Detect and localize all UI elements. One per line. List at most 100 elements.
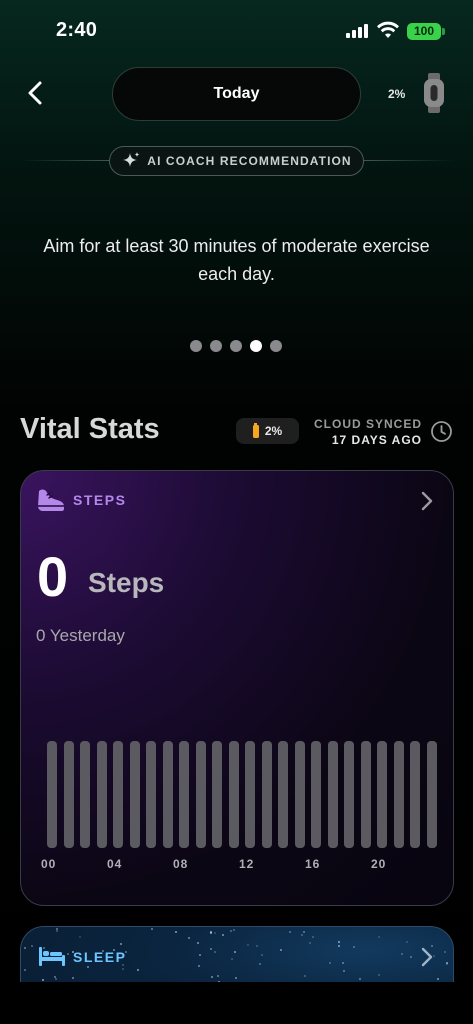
star-decoration [56, 930, 58, 932]
star-decoration [188, 937, 190, 939]
cellular-signal-icon [346, 24, 368, 38]
hourly-steps-bar [96, 741, 107, 848]
star-decoration [410, 956, 412, 958]
star-decoration [301, 934, 303, 936]
pagination-dot[interactable] [190, 340, 202, 352]
divider-right [362, 160, 454, 161]
star-decoration [234, 951, 236, 953]
star-decoration [401, 953, 403, 955]
star-decoration [113, 949, 115, 951]
pagination-dot-active[interactable] [250, 340, 262, 352]
star-decoration [353, 946, 355, 948]
star-decoration [256, 945, 258, 947]
pagination-dot[interactable] [270, 340, 282, 352]
ai-coach-label: AI COACH RECOMMENDATION [147, 154, 352, 168]
hourly-steps-bar [294, 741, 305, 848]
hourly-steps-bar [212, 741, 222, 848]
hour-tick-label: 16 [305, 857, 321, 871]
app-screen: 2:40 100 Today 2% AI COACH RECOMMENDATIO… [0, 0, 473, 1024]
chevron-right-icon[interactable] [419, 945, 435, 969]
star-decoration [210, 931, 212, 933]
hourly-steps-bar [129, 741, 140, 848]
hourly-steps-bar [410, 741, 420, 848]
hour-tick-label: 00 [41, 857, 57, 871]
status-bar: 2:40 100 [0, 0, 473, 60]
hourly-steps-bar [311, 741, 321, 848]
ai-coach-chip: AI COACH RECOMMENDATION [109, 146, 364, 176]
hourly-steps-bar [393, 741, 404, 848]
date-selector-button[interactable]: Today [112, 67, 361, 121]
star-decoration [289, 931, 291, 933]
star-decoration [338, 941, 340, 943]
sparkle-icon [123, 152, 140, 167]
star-decoration [446, 963, 448, 965]
star-decoration [343, 970, 345, 972]
hourly-steps-bar [195, 741, 206, 848]
chevron-left-icon [28, 81, 42, 105]
star-decoration [431, 945, 433, 947]
star-decoration [329, 962, 331, 964]
star-decoration [125, 951, 127, 953]
star-decoration [338, 945, 340, 947]
star-decoration [79, 936, 81, 938]
back-button[interactable] [20, 78, 50, 108]
star-decoration [175, 931, 177, 933]
hourly-steps-bar [278, 741, 288, 848]
star-decoration [42, 979, 44, 981]
star-decoration [87, 966, 89, 968]
star-decoration [359, 978, 361, 980]
section-title: Vital Stats [20, 413, 160, 445]
battery-badge-text: 2% [264, 424, 283, 438]
hour-tick-label: 20 [371, 857, 387, 871]
star-decoration [231, 958, 233, 960]
star-decoration [214, 932, 216, 934]
star-decoration [444, 951, 446, 953]
sleep-card-label: SLEEP [73, 949, 127, 965]
hourly-steps-bar [179, 741, 189, 848]
battery-indicator: 100 [407, 23, 441, 40]
star-decoration [43, 947, 45, 949]
sync-status-label: CLOUD SYNCED [313, 417, 422, 431]
star-decoration [214, 951, 216, 953]
hourly-steps-bar [360, 741, 371, 848]
pagination-dot[interactable] [210, 340, 222, 352]
star-decoration [217, 975, 219, 977]
hourly-steps-chart: 00 04 08 12 16 20 [21, 471, 453, 905]
star-decoration [312, 936, 314, 938]
star-decoration [303, 931, 305, 933]
star-decoration [342, 962, 344, 964]
carousel-pagination[interactable] [190, 340, 282, 352]
star-decoration [24, 969, 26, 971]
star-decoration [24, 947, 26, 949]
hourly-steps-bar [47, 741, 57, 848]
star-decoration [102, 950, 104, 952]
pagination-dot[interactable] [230, 340, 242, 352]
star-decoration [199, 954, 201, 956]
star-decoration [67, 953, 69, 955]
star-decoration [197, 942, 199, 944]
status-time: 2:40 [56, 19, 98, 41]
star-decoration [55, 978, 57, 980]
star-decoration [137, 969, 139, 971]
hourly-steps-bar [80, 741, 90, 848]
clock-icon[interactable] [430, 420, 453, 443]
star-decoration [437, 978, 439, 980]
watch-icon[interactable] [422, 72, 446, 114]
star-decoration [72, 977, 74, 979]
hourly-steps-bar [245, 741, 255, 848]
sync-status-date: 17 DAYS AGO [331, 433, 422, 447]
bed-icon [39, 947, 65, 966]
star-decoration [122, 964, 124, 966]
star-decoration [233, 929, 235, 931]
divider-left [20, 160, 112, 161]
hourly-steps-bar [228, 741, 239, 848]
hourly-steps-bar [146, 741, 156, 848]
star-decoration [259, 963, 261, 965]
coach-message: Aim for at least 30 minutes of moderate … [43, 236, 430, 284]
star-decoration [378, 974, 380, 976]
star-decoration [247, 944, 249, 946]
star-decoration [280, 949, 282, 951]
wifi-icon [377, 21, 399, 38]
steps-card[interactable]: STEPS 0 Steps 0 Yesterday 00 04 08 12 16 20 [20, 470, 454, 906]
star-decoration [433, 955, 435, 957]
